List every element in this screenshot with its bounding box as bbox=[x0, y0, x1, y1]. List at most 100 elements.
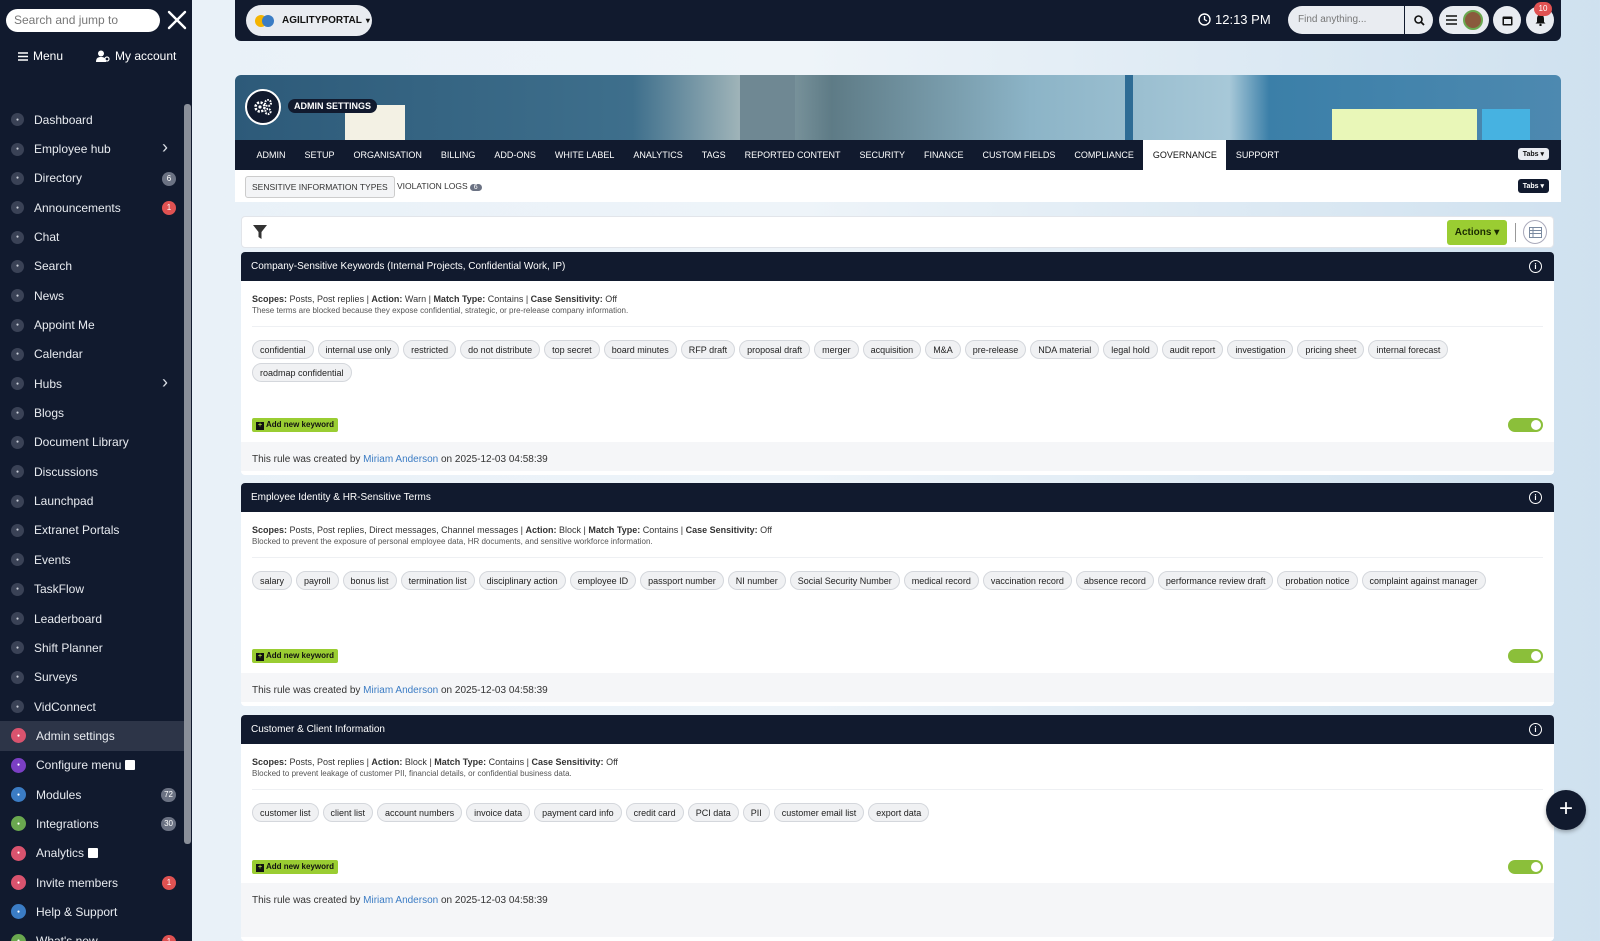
tab-tags[interactable]: TAGS bbox=[692, 140, 735, 170]
keyword-tag[interactable]: internal use only bbox=[317, 340, 400, 359]
sidebar-item[interactable]: ● Search bbox=[0, 252, 184, 281]
keyword-tag[interactable]: performance review draft bbox=[1157, 571, 1274, 590]
keyword-tag[interactable]: RFP draft bbox=[680, 340, 736, 359]
keyword-tag[interactable]: roadmap confidential bbox=[252, 363, 352, 382]
sidebar-item[interactable]: ● TaskFlow bbox=[0, 575, 184, 604]
keyword-tag[interactable]: internal forecast bbox=[1368, 340, 1449, 359]
sidebar-item[interactable]: ● Calendar bbox=[0, 340, 184, 369]
rule-enabled-toggle[interactable] bbox=[1508, 860, 1543, 874]
sidebar-item[interactable]: ● Launchpad bbox=[0, 486, 184, 515]
keyword-tag[interactable]: legal hold bbox=[1103, 340, 1158, 359]
sidebar-item[interactable]: ● VidConnect bbox=[0, 692, 184, 721]
sidebar-item[interactable]: ● Help & Support bbox=[0, 897, 184, 926]
sidebar-item[interactable]: ● Events bbox=[0, 545, 184, 574]
keyword-tag[interactable]: credit card bbox=[625, 803, 684, 822]
keyword-tag[interactable]: top secret bbox=[544, 340, 600, 359]
sidebar-item[interactable]: ● Directory 6 bbox=[0, 164, 184, 193]
more-options-icon[interactable]: i bbox=[1529, 491, 1542, 504]
tab-support[interactable]: SUPPORT bbox=[1226, 140, 1288, 170]
keyword-tag[interactable]: acquisition bbox=[862, 340, 922, 359]
global-search-input[interactable]: Find anything... bbox=[1288, 6, 1404, 34]
more-options-icon[interactable]: i bbox=[1529, 260, 1542, 273]
portal-switcher[interactable]: AGILITYPORTAL ▾ bbox=[246, 5, 372, 36]
sidebar-item[interactable]: ● Shift Planner bbox=[0, 633, 184, 662]
tab-custom-fields[interactable]: CUSTOM FIELDS bbox=[973, 140, 1065, 170]
keyword-tag[interactable]: account numbers bbox=[377, 803, 463, 822]
keyword-tag[interactable]: absence record bbox=[1075, 571, 1154, 590]
keyword-tag[interactable]: employee ID bbox=[569, 571, 637, 590]
tab-governance[interactable]: GOVERNANCE bbox=[1143, 140, 1227, 170]
close-icon[interactable] bbox=[166, 9, 188, 31]
sidebar-item[interactable]: ● Discussions bbox=[0, 457, 184, 486]
view-toggle-button[interactable] bbox=[1523, 220, 1547, 244]
sidebar-item[interactable]: ● Extranet Portals bbox=[0, 516, 184, 545]
keyword-tag[interactable]: bonus list bbox=[342, 571, 397, 590]
keyword-tag[interactable]: NDA material bbox=[1030, 340, 1100, 359]
tab-setup[interactable]: SETUP bbox=[295, 140, 344, 170]
sidebar-scrollbar[interactable] bbox=[184, 104, 191, 844]
sidebar-item[interactable]: ● Chat bbox=[0, 222, 184, 251]
more-options-icon[interactable]: i bbox=[1529, 723, 1542, 736]
sidebar-item[interactable]: ● Modules 72 bbox=[0, 780, 184, 809]
tab-compliance[interactable]: COMPLIANCE bbox=[1065, 140, 1144, 170]
sidebar-search-input[interactable]: Search and jump to bbox=[6, 9, 160, 32]
tab-organisation[interactable]: ORGANISATION bbox=[344, 140, 431, 170]
keyword-tag[interactable]: export data bbox=[868, 803, 930, 822]
sidebar-item[interactable]: ● Surveys bbox=[0, 663, 184, 692]
keyword-tag[interactable]: investigation bbox=[1227, 340, 1294, 359]
calendar-button[interactable] bbox=[1493, 6, 1521, 34]
subtab-sensitive-information-types[interactable]: SENSITIVE INFORMATION TYPES bbox=[245, 176, 395, 198]
subtab-violation-logs[interactable]: VIOLATION LOGS 6 bbox=[397, 181, 482, 191]
sidebar-item[interactable]: ● Leaderboard bbox=[0, 604, 184, 633]
tab-reported-content[interactable]: REPORTED CONTENT bbox=[735, 140, 850, 170]
sidebar-item[interactable]: ● Admin settings bbox=[0, 721, 184, 751]
sidebar-item[interactable]: ● Integrations 30 bbox=[0, 809, 184, 838]
keyword-tag[interactable]: pricing sheet bbox=[1297, 340, 1365, 359]
menu-button[interactable]: Menu bbox=[18, 49, 63, 63]
keyword-tag[interactable]: do not distribute bbox=[460, 340, 541, 359]
keyword-tag[interactable]: passport number bbox=[640, 571, 724, 590]
keyword-tag[interactable]: payroll bbox=[296, 571, 339, 590]
keyword-tag[interactable]: salary bbox=[252, 571, 293, 590]
actions-dropdown[interactable]: Actions ▾ bbox=[1447, 220, 1507, 245]
keyword-tag[interactable]: Social Security Number bbox=[789, 571, 900, 590]
tab-add-ons[interactable]: ADD-ONS bbox=[485, 140, 546, 170]
sidebar-item[interactable]: ● Appoint Me bbox=[0, 310, 184, 339]
tab-finance[interactable]: FINANCE bbox=[914, 140, 973, 170]
tab-security[interactable]: SECURITY bbox=[850, 140, 915, 170]
keyword-tag[interactable]: proposal draft bbox=[739, 340, 811, 359]
subtabs-dropdown[interactable]: Tabs ▾ bbox=[1517, 179, 1549, 193]
keyword-tag[interactable]: payment card info bbox=[534, 803, 622, 822]
keyword-tag[interactable]: pre-release bbox=[964, 340, 1027, 359]
keyword-tag[interactable]: termination list bbox=[400, 571, 475, 590]
creator-link[interactable]: Miriam Anderson bbox=[363, 685, 438, 696]
keyword-tag[interactable]: M&A bbox=[925, 340, 961, 359]
keyword-tag[interactable]: medical record bbox=[903, 571, 979, 590]
sidebar-item[interactable]: ● News bbox=[0, 281, 184, 310]
sidebar-item[interactable]: ● Dashboard bbox=[0, 105, 184, 134]
keyword-tag[interactable]: disciplinary action bbox=[478, 571, 566, 590]
creator-link[interactable]: Miriam Anderson bbox=[363, 895, 438, 906]
keyword-tag[interactable]: client list bbox=[322, 803, 374, 822]
keyword-tag[interactable]: vaccination record bbox=[982, 571, 1072, 590]
search-button[interactable] bbox=[1405, 6, 1433, 34]
add-fab-button[interactable]: + bbox=[1546, 790, 1586, 830]
sidebar-item[interactable]: ● Hubs › bbox=[0, 369, 184, 398]
my-account-button[interactable]: My account bbox=[96, 49, 176, 63]
keyword-tag[interactable]: NI number bbox=[727, 571, 786, 590]
add-keyword-button[interactable]: + Add new keyword bbox=[252, 649, 339, 663]
keyword-tag[interactable]: complaint against manager bbox=[1361, 571, 1486, 590]
filter-icon[interactable] bbox=[253, 225, 267, 242]
rule-enabled-toggle[interactable] bbox=[1508, 418, 1543, 432]
rule-enabled-toggle[interactable] bbox=[1508, 649, 1543, 663]
keyword-tag[interactable]: PCI data bbox=[687, 803, 739, 822]
keyword-tag[interactable]: restricted bbox=[403, 340, 457, 359]
sidebar-item[interactable]: ● Blogs bbox=[0, 398, 184, 427]
add-keyword-button[interactable]: + Add new keyword bbox=[252, 860, 339, 874]
keyword-tag[interactable]: customer email list bbox=[773, 803, 865, 822]
sidebar-item[interactable]: ● Document Library bbox=[0, 428, 184, 457]
tab-admin[interactable]: ADMIN bbox=[247, 140, 295, 170]
sidebar-item[interactable]: ● Configure menu bbox=[0, 751, 184, 780]
keyword-tag[interactable]: confidential bbox=[252, 340, 314, 359]
profile-menu-button[interactable] bbox=[1439, 6, 1489, 34]
